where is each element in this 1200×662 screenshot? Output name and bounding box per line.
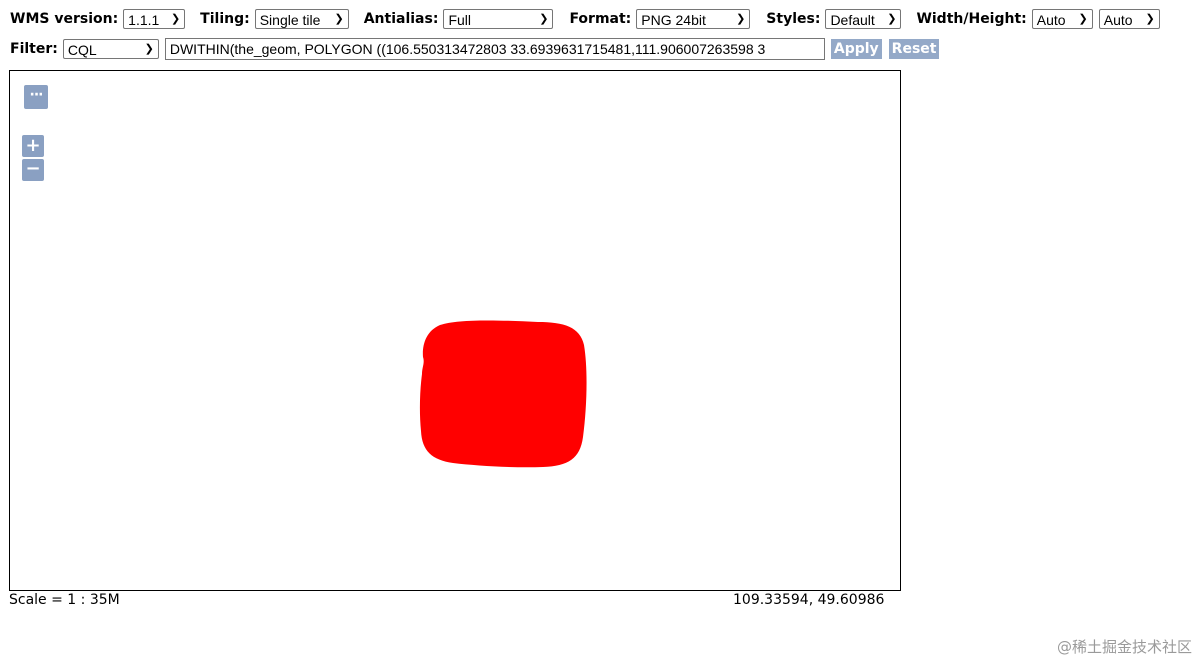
filter-label: Filter: [10,41,58,57]
minus-icon: − [25,158,41,179]
chevron-down-icon: ❯ [334,13,344,25]
filter-toolbar: Filter: CQL ❯ DWITHIN(the_geom, POLYGON … [10,38,940,60]
map-scale: Scale = 1 : 35M [9,592,120,608]
tiling-label: Tiling: [200,11,250,27]
zoom-out-button[interactable]: − [22,159,44,181]
layer-menu-button[interactable]: ··· [24,85,48,109]
tiling-select[interactable]: Single tile ❯ [254,9,349,29]
width-value: Auto [1036,12,1066,28]
chevron-down-icon: ❯ [144,43,154,55]
chevron-down-icon: ❯ [887,13,897,25]
more-icon: ··· [29,87,44,103]
width-height-label: Width/Height: [916,11,1027,27]
mouse-coordinates: 109.33594, 49.60986 [733,592,885,608]
tiling-value: Single tile [259,12,321,28]
watermark: @稀土掘金技术社区 [1056,638,1192,656]
chevron-down-icon: ❯ [539,13,549,25]
height-select[interactable]: Auto ❯ [1098,9,1160,29]
reset-button[interactable]: Reset [888,39,940,59]
antialias-label: Antialias: [363,11,439,27]
wms-options-toolbar: WMS version: 1.1.1 ❯ Tiling: Single tile… [10,8,1160,30]
plus-icon: + [25,135,41,156]
map-viewport[interactable]: ··· + − [9,70,901,591]
chevron-down-icon: ❯ [170,13,181,25]
feature-shape [419,320,587,468]
chevron-down-icon: ❯ [1145,13,1155,25]
wms-version-select[interactable]: 1.1.1 ❯ [123,9,186,29]
width-select[interactable]: Auto ❯ [1031,9,1093,29]
filter-type-value: CQL [67,42,97,58]
antialias-value: Full [448,12,471,28]
styles-select[interactable]: Default ❯ [825,9,902,29]
format-label: Format: [569,11,632,27]
chevron-down-icon: ❯ [736,13,746,25]
zoom-in-button[interactable]: + [22,135,44,157]
filter-type-select[interactable]: CQL ❯ [62,39,159,59]
chevron-down-icon: ❯ [1078,13,1088,25]
wms-version-value: 1.1.1 [128,12,160,28]
height-value: Auto [1103,12,1133,28]
apply-button[interactable]: Apply [830,39,882,59]
map-feature-polygon [419,320,587,468]
styles-label: Styles: [766,11,821,27]
cql-filter-input[interactable]: DWITHIN(the_geom, POLYGON ((106.55031347… [164,38,825,60]
format-value: PNG 24bit [641,12,706,28]
wms-version-label: WMS version: [10,11,119,27]
format-select[interactable]: PNG 24bit ❯ [636,9,751,29]
styles-value: Default [830,12,875,28]
antialias-select[interactable]: Full ❯ [443,9,554,29]
